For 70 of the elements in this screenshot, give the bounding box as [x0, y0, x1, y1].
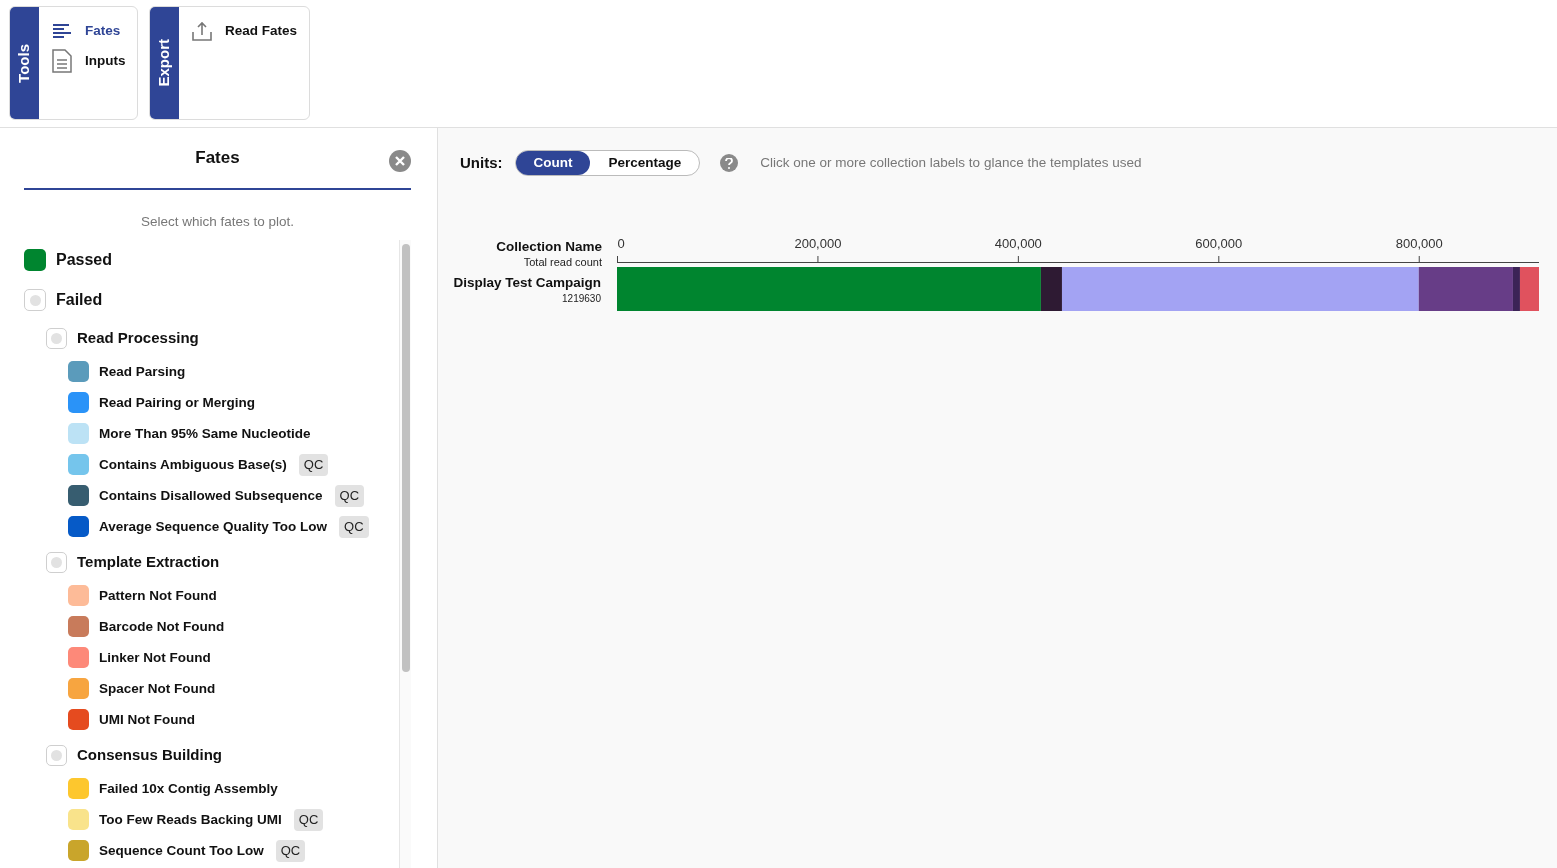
x-tick-label: 600,000 [1195, 236, 1243, 251]
fate-label: More Than 95% Same Nucleotide [99, 424, 311, 443]
fate-checkbox[interactable] [24, 249, 46, 272]
fate-label: Too Few Reads Backing UMI [99, 810, 282, 829]
fate-label: Contains Ambiguous Base(s) [99, 455, 287, 474]
fate-label: Sequence Count Too Low [99, 841, 264, 860]
fate-label: Contains Disallowed Subsequence [99, 486, 323, 505]
toolbar-button[interactable]: Fates [51, 21, 126, 42]
fate-label: Average Sequence Quality Too Low [99, 517, 328, 536]
fate-checkbox[interactable] [68, 809, 89, 831]
fate-label: UMI Not Found [99, 710, 195, 729]
collection-label[interactable]: Display Test Campaign [453, 275, 601, 290]
fate-label: Pattern Not Found [99, 586, 217, 605]
fate-label: Template Extraction [77, 552, 220, 572]
fate-checkbox[interactable] [68, 454, 89, 476]
column-subheading: Total read count [523, 256, 602, 268]
fate-checkbox[interactable] [68, 423, 89, 445]
qc-tag: QC [298, 454, 329, 476]
fate-label: Spacer Not Found [99, 679, 216, 698]
x-tick-label: 800,000 [1395, 236, 1443, 251]
fate-label: Linker Not Found [99, 648, 211, 667]
fate-checkbox[interactable] [68, 485, 89, 507]
qc-tag: QC [339, 516, 369, 538]
fate-checkbox[interactable] [68, 678, 89, 700]
scrollbar[interactable] [399, 240, 411, 868]
fate-label: Read Parsing [99, 362, 186, 381]
fate-checkbox[interactable] [68, 616, 89, 638]
fate-label: Read Processing [77, 328, 199, 348]
close-button[interactable] [389, 150, 411, 172]
close-icon [395, 156, 405, 166]
fate-label: Consensus Building [77, 745, 222, 765]
help-icon[interactable] [720, 154, 739, 172]
units-option[interactable]: Percentage [590, 151, 700, 175]
fate-label: Failed [56, 290, 103, 311]
fate-checkbox[interactable] [46, 327, 67, 349]
fate-label: Barcode Not Found [99, 617, 225, 636]
lines-icon [53, 24, 71, 39]
qc-tag: QC [334, 485, 365, 507]
fate-checkbox[interactable] [68, 585, 89, 607]
qc-tag: QC [275, 840, 306, 862]
x-tick-label: 0 [617, 236, 625, 251]
toolbar-button[interactable]: Read Fates [191, 21, 298, 42]
upload-icon [192, 21, 212, 42]
fate-checkbox[interactable] [46, 551, 67, 573]
total-read-count: 1219630 [562, 293, 601, 304]
fate-checkbox[interactable] [68, 392, 89, 414]
document-icon [52, 49, 72, 74]
fate-label: Read Pairing or Merging [99, 393, 256, 412]
fate-checkbox[interactable] [24, 289, 46, 312]
bar-segment[interactable] [1512, 267, 1520, 311]
fate-checkbox[interactable] [68, 709, 89, 731]
column-heading: Collection Name [496, 240, 602, 254]
units-option[interactable]: Count [515, 151, 591, 175]
help-text: Click one or more collection labels to glance the templates used [760, 153, 1142, 172]
panel-hint: Select which fates to plot. [139, 213, 296, 231]
panel-title: Fates [195, 147, 240, 170]
qc-tag: QC [293, 809, 324, 831]
fate-checkbox[interactable] [68, 840, 89, 862]
fate-checkbox[interactable] [68, 778, 89, 800]
fate-label: Failed 10x Contig Assembly [99, 779, 278, 798]
bar-segment[interactable] [1040, 267, 1062, 311]
units-label: Units: [460, 152, 503, 173]
x-tick-label: 400,000 [994, 236, 1042, 251]
fate-checkbox[interactable] [68, 516, 89, 538]
x-tick-label: 200,000 [794, 236, 842, 251]
fate-label: Passed [56, 250, 113, 271]
toolbar-button[interactable]: Inputs [51, 49, 126, 74]
fate-checkbox[interactable] [68, 647, 89, 669]
fate-checkbox[interactable] [68, 361, 89, 383]
fate-checkbox[interactable] [46, 744, 67, 766]
